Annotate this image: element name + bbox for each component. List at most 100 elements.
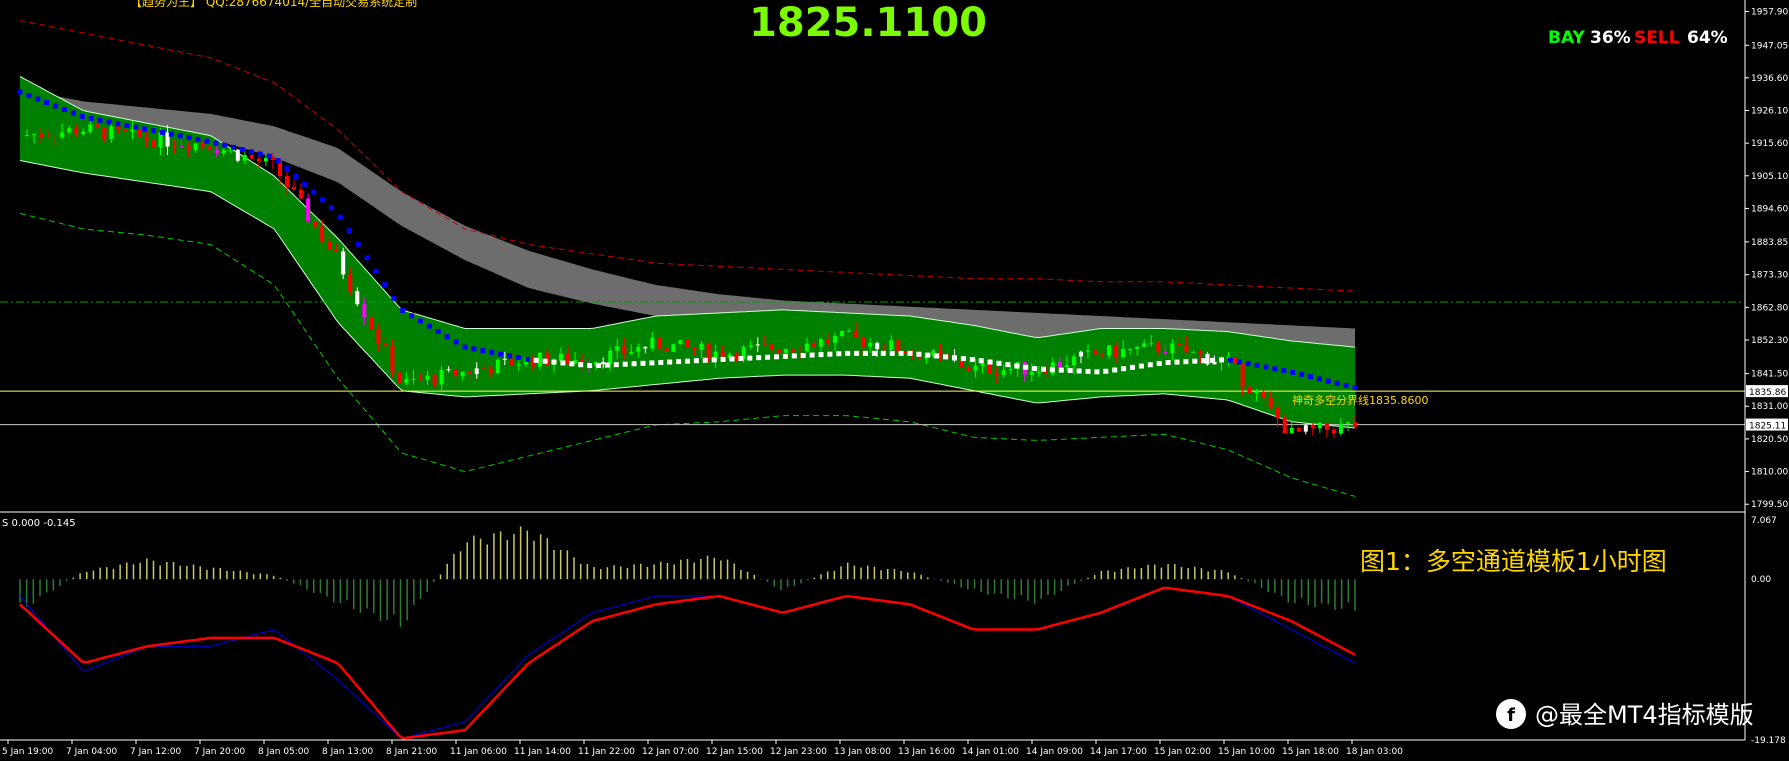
time-tick-label: 8 Jan 21:00 xyxy=(386,747,438,757)
trend-dot xyxy=(969,356,975,362)
trend-dot xyxy=(1281,368,1287,374)
trend-dot xyxy=(711,357,717,363)
caption: 图1：多空通道模板1小时图 xyxy=(1360,547,1667,576)
trend-dot xyxy=(302,181,308,187)
candle-body xyxy=(137,129,142,137)
bay-label: BAY xyxy=(1548,28,1585,48)
trading-chart[interactable]: 1957.90 1947.05 1936.60 1926.10 1915.60 1905.… xyxy=(0,0,1789,761)
sell-value: 64% xyxy=(1687,28,1728,48)
trend-dot xyxy=(791,353,797,359)
candle-body xyxy=(889,340,894,350)
macd-tick-label: 7.067 xyxy=(1751,516,1777,526)
trend-dot xyxy=(667,359,673,365)
trend-dot xyxy=(507,353,512,359)
trend-dot xyxy=(658,359,664,365)
candle-body xyxy=(861,337,866,347)
candle-body xyxy=(1275,407,1280,419)
trend-dot xyxy=(1121,366,1127,372)
candle-body xyxy=(1184,345,1189,353)
trend-dot xyxy=(693,358,699,364)
trend-dot xyxy=(720,356,726,362)
candle-body xyxy=(1240,363,1245,387)
price-badge: 1825.11 xyxy=(1749,422,1786,432)
trend-dot xyxy=(204,138,210,144)
candle-body xyxy=(601,361,606,365)
trend-dot xyxy=(320,197,326,203)
candle-body xyxy=(383,343,388,347)
candle-body xyxy=(966,367,971,371)
candle-body xyxy=(1170,343,1175,353)
candle-body xyxy=(1198,351,1203,354)
trend-dot xyxy=(346,228,352,234)
trend-dot xyxy=(213,140,219,146)
time-tick-label: 7 Jan 12:00 xyxy=(130,747,182,757)
candle-body xyxy=(481,368,486,370)
candle-body xyxy=(882,349,887,351)
candle-body xyxy=(847,330,852,332)
trend-dot xyxy=(551,359,557,365)
candle-body xyxy=(755,344,760,346)
candle-body xyxy=(320,226,325,242)
trend-dot xyxy=(391,295,397,301)
candle-body xyxy=(1036,371,1041,373)
trend-dot xyxy=(596,362,601,368)
candle-body xyxy=(1261,392,1266,399)
candle-body xyxy=(987,363,992,374)
candle-body xyxy=(706,343,711,360)
time-tick-label: 14 Jan 09:00 xyxy=(1026,747,1083,757)
trend-dot xyxy=(1334,380,1340,386)
candle-body xyxy=(1268,398,1273,408)
trend-dot xyxy=(142,126,148,132)
time-tick-label: 12 Jan 07:00 xyxy=(642,747,699,757)
candle-body xyxy=(292,187,297,190)
trend-dot xyxy=(26,93,32,99)
trend-dot xyxy=(1130,364,1135,370)
trend-dot xyxy=(480,348,486,354)
price-tick-label: 1894.60 xyxy=(1751,204,1788,214)
candle-body xyxy=(615,346,620,351)
time-tick-label: 13 Jan 08:00 xyxy=(834,747,891,757)
candle-body xyxy=(980,363,985,366)
trend-dot xyxy=(1263,364,1269,370)
macd-tick-label: -19.178 xyxy=(1751,736,1786,746)
candle-body xyxy=(60,132,65,138)
candle-body xyxy=(840,331,845,337)
price-tick-label: 1799.50 xyxy=(1751,500,1788,510)
candle-body xyxy=(235,149,240,161)
trend-dot xyxy=(53,103,59,109)
candle-body xyxy=(46,136,51,138)
trend-dot xyxy=(1308,374,1313,380)
trend-dot xyxy=(560,360,566,366)
candle-body xyxy=(896,340,901,352)
trend-dot xyxy=(426,323,432,329)
candle-body xyxy=(355,291,360,305)
trend-dot xyxy=(44,100,50,106)
candle-body xyxy=(650,337,655,349)
candle-body xyxy=(474,368,479,375)
candle-body xyxy=(1001,370,1006,376)
candle-body xyxy=(509,358,514,366)
candle-body xyxy=(411,378,416,380)
candle-body xyxy=(1254,392,1259,394)
trend-dot xyxy=(809,352,815,358)
candle-body xyxy=(1296,427,1301,432)
candle-body xyxy=(629,351,634,354)
trend-dot xyxy=(311,189,317,195)
candle-body xyxy=(74,128,79,135)
candle-body xyxy=(193,143,198,151)
price-tick-label: 1905.10 xyxy=(1751,172,1788,182)
trend-dot xyxy=(854,350,860,356)
candle-body xyxy=(348,274,353,292)
candle-body xyxy=(783,349,788,353)
trend-dot xyxy=(462,344,468,350)
candle-body xyxy=(692,346,697,350)
trend-dot xyxy=(498,351,504,357)
trend-dot xyxy=(1290,369,1296,375)
trend-dot xyxy=(613,362,619,368)
candle-body xyxy=(1142,343,1147,347)
trend-dot xyxy=(70,110,76,116)
trend-dot xyxy=(159,129,165,135)
trend-dot xyxy=(782,353,788,359)
candle-body xyxy=(678,339,683,345)
candle-body xyxy=(790,349,795,351)
